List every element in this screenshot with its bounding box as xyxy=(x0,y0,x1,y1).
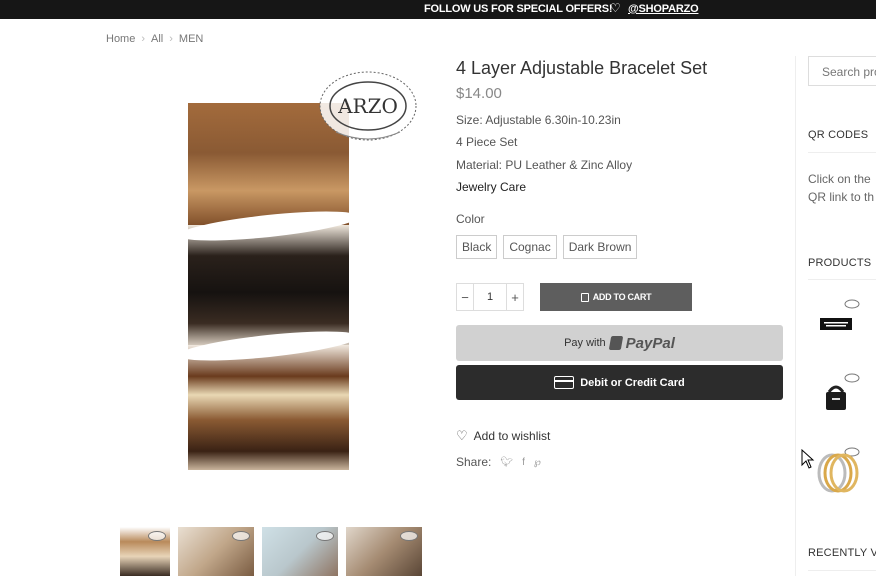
product-price: $14.00 xyxy=(456,85,502,102)
breadcrumb: Home › All › MEN xyxy=(106,33,203,45)
paypal-brand: PayPal xyxy=(625,334,675,352)
breadcrumb-separator: › xyxy=(141,33,146,45)
add-to-wishlist-link[interactable]: ♡ Add to wishlist xyxy=(456,428,550,444)
increase-quantity-button[interactable]: + xyxy=(507,290,523,305)
thumbnail-image[interactable] xyxy=(262,527,338,576)
recently-viewed-heading: RECENTLY VI xyxy=(808,547,876,559)
color-option-dark-brown[interactable]: Dark Brown xyxy=(562,235,638,259)
share-row: Share: 🐦︎ f ℘ xyxy=(456,455,541,469)
breadcrumb-home[interactable]: Home xyxy=(106,33,135,45)
divider xyxy=(808,279,876,280)
product-title: 4 Layer Adjustable Bracelet Set xyxy=(456,58,708,78)
brand-seal-logo: ARZO xyxy=(319,71,417,141)
facebook-icon[interactable]: f xyxy=(522,457,525,468)
promo-text: FOLLOW US FOR SPECIAL OFFERS! xyxy=(424,3,613,15)
seal-icon xyxy=(400,531,418,541)
mouse-pointer-icon xyxy=(801,449,815,469)
color-options: Black Cognac Dark Brown xyxy=(456,235,638,259)
divider xyxy=(808,152,876,153)
quantity-stepper: − 1 + xyxy=(456,283,524,311)
pinterest-icon[interactable]: ℘ xyxy=(534,457,541,468)
product-detail: 4 Piece Set xyxy=(456,135,518,149)
paypal-button[interactable]: Pay with PayPal xyxy=(456,325,783,361)
heart-icon: ♡ xyxy=(610,1,621,15)
twitter-icon[interactable]: 🐦︎ xyxy=(500,457,513,468)
jewelry-care-link[interactable]: Jewelry Care xyxy=(456,180,526,194)
thumbnail-strip xyxy=(120,527,422,576)
svg-text:ARZO: ARZO xyxy=(337,94,398,118)
product-main-image[interactable] xyxy=(188,103,349,470)
card-button-label: Debit or Credit Card xyxy=(580,376,685,389)
qr-description: Click on the xyxy=(808,172,871,186)
color-option-black[interactable]: Black xyxy=(456,235,498,259)
debit-credit-card-button[interactable]: Debit or Credit Card xyxy=(456,365,783,400)
breadcrumb-separator: › xyxy=(169,33,173,45)
sidebar-product-card-image[interactable] xyxy=(812,298,862,348)
shopping-bag-icon xyxy=(580,292,589,302)
promo-bar: FOLLOW US FOR SPECIAL OFFERS! ♡ @SHOPARZ… xyxy=(0,0,876,19)
quantity-input[interactable]: 1 xyxy=(473,284,507,310)
seal-icon xyxy=(316,531,334,541)
product-detail: Material: PU Leather & Zinc Alloy xyxy=(456,158,633,172)
share-label: Share: xyxy=(456,455,492,469)
sidebar-product-bangle-image[interactable] xyxy=(812,446,862,496)
bracelet-panel-mixed xyxy=(188,345,349,470)
thumbnail-image[interactable] xyxy=(120,527,170,576)
decrease-quantity-button[interactable]: − xyxy=(457,290,473,305)
paypal-prefix: Pay with xyxy=(564,337,606,349)
bracelet-panel-black xyxy=(188,225,349,348)
credit-card-icon xyxy=(554,376,575,389)
divider xyxy=(808,570,876,571)
thumbnail-image[interactable] xyxy=(346,527,422,576)
qr-description: QR link to th xyxy=(808,190,875,204)
seal-icon xyxy=(232,531,250,541)
instagram-handle-link[interactable]: @SHOPARZO xyxy=(628,3,699,15)
search-input[interactable]: Search pro xyxy=(808,56,876,86)
thumbnail-image[interactable] xyxy=(178,527,254,576)
product-detail: Size: Adjustable 6.30in-10.23in xyxy=(456,113,621,127)
breadcrumb-all[interactable]: All xyxy=(151,33,163,45)
wishlist-label: Add to wishlist xyxy=(473,429,551,443)
add-to-cart-button[interactable]: ADD TO CART xyxy=(540,283,692,311)
seal-icon xyxy=(148,531,166,541)
qr-codes-heading: QR CODES xyxy=(808,129,869,141)
color-label: Color xyxy=(456,212,485,226)
color-option-cognac[interactable]: Cognac xyxy=(503,235,557,259)
heart-icon: ♡ xyxy=(456,428,468,443)
paypal-logo-icon xyxy=(608,336,623,350)
products-heading: PRODUCTS xyxy=(808,257,872,269)
sidebar-product-lock-image[interactable] xyxy=(812,372,862,422)
breadcrumb-men[interactable]: MEN xyxy=(179,33,203,45)
add-to-cart-label: ADD TO CART xyxy=(592,292,652,302)
